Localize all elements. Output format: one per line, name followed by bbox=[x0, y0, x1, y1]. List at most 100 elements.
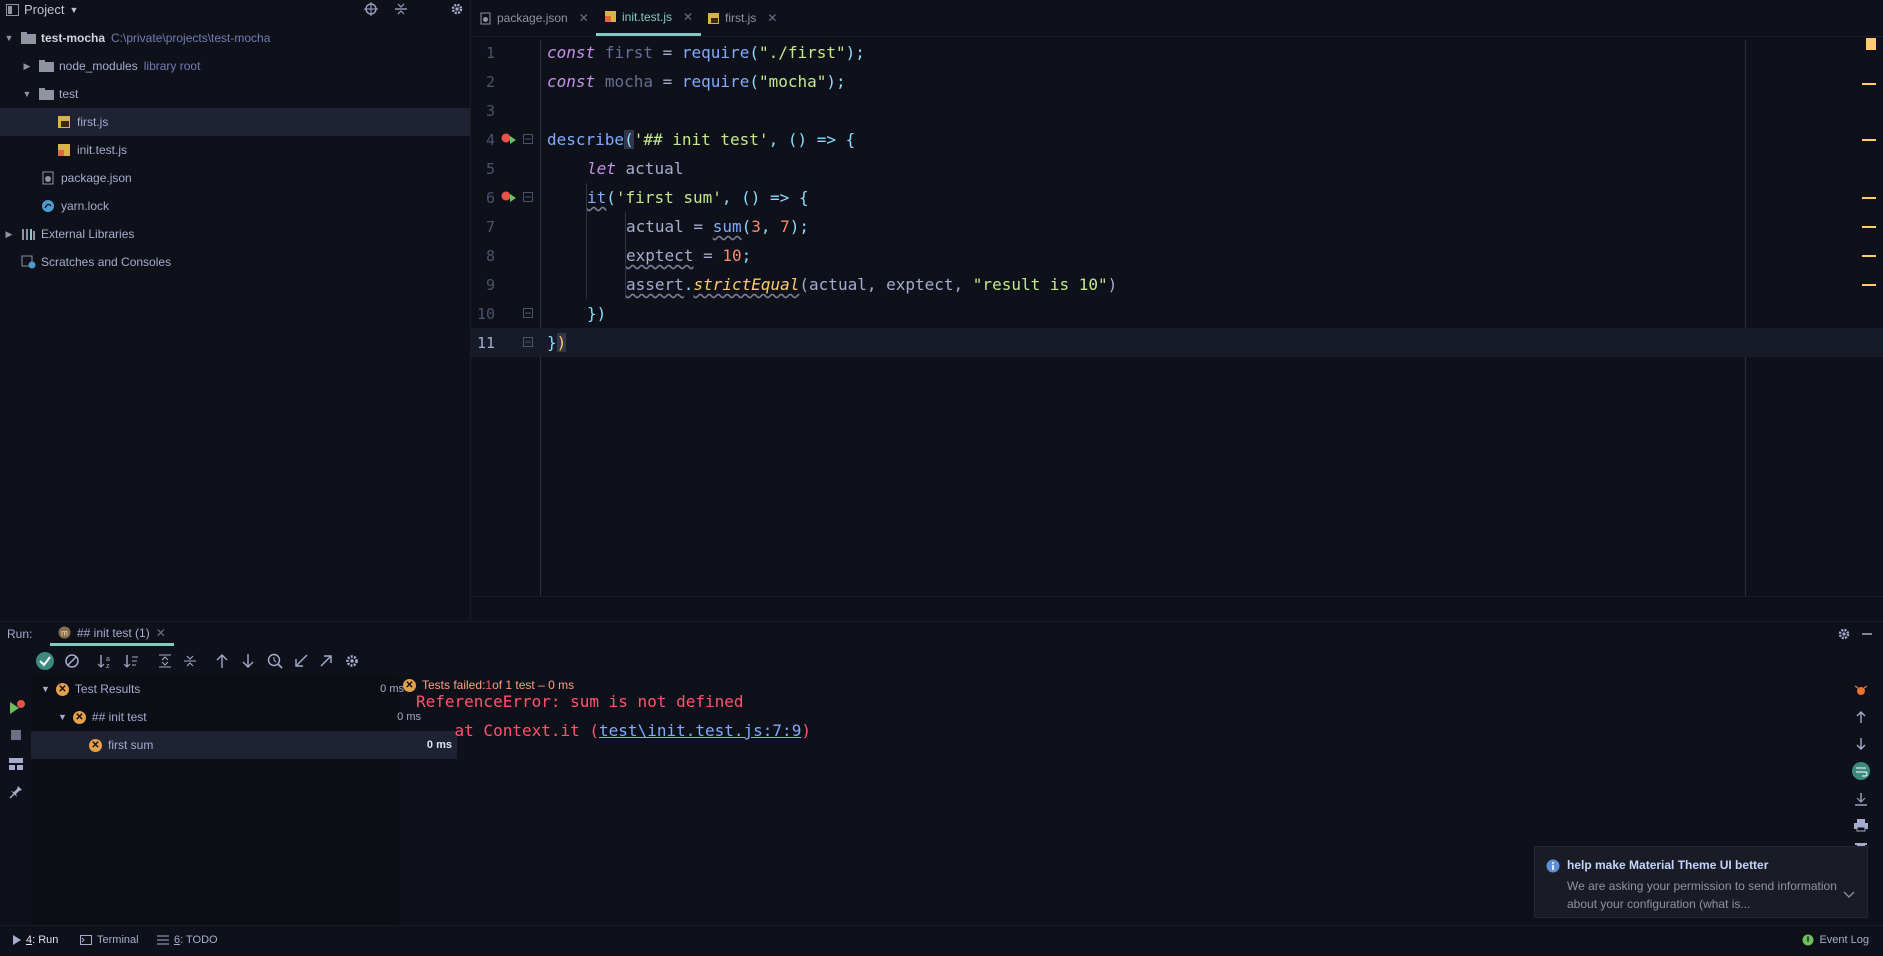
test-suite-row[interactable]: ▼ ✕ ## init test 0 ms bbox=[31, 703, 426, 731]
code-text: exptect = 10; bbox=[626, 246, 752, 265]
expand-chevron-icon[interactable] bbox=[1843, 891, 1855, 899]
code-line: 9 assert.strictEqual(actual, exptect, "r… bbox=[471, 270, 1883, 299]
minimize-icon[interactable] bbox=[1861, 627, 1873, 641]
pin-icon[interactable] bbox=[9, 785, 23, 799]
show-ignored-toggle-icon[interactable] bbox=[64, 653, 80, 669]
test-history-icon[interactable] bbox=[267, 653, 283, 669]
result-label: first sum bbox=[108, 738, 154, 752]
error-stripe-mark[interactable] bbox=[1862, 284, 1876, 286]
line-number: 7 bbox=[485, 217, 495, 236]
tree-item-label: init.test.js bbox=[77, 143, 128, 157]
line-number: 3 bbox=[485, 101, 495, 120]
tree-item-project-root[interactable]: ▼ test-mocha C:\private\projects\test-mo… bbox=[0, 24, 473, 52]
line-number: 4 bbox=[485, 130, 495, 149]
terminal-icon bbox=[80, 935, 92, 945]
tree-item-yarn-lock[interactable]: yarn.lock bbox=[0, 192, 509, 220]
fold-icon[interactable] bbox=[523, 308, 533, 318]
todo-list-icon bbox=[157, 935, 169, 945]
debug-icon[interactable] bbox=[1853, 682, 1869, 698]
js-file-icon bbox=[56, 115, 72, 129]
tree-item-external-libraries[interactable]: ▶ External Libraries bbox=[0, 220, 473, 248]
fold-icon[interactable] bbox=[523, 337, 533, 347]
previous-failed-icon[interactable] bbox=[215, 653, 229, 669]
scroll-to-end-icon[interactable] bbox=[1853, 792, 1869, 806]
soft-wrap-icon[interactable] bbox=[1852, 762, 1870, 780]
error-stripe-mark[interactable] bbox=[1862, 226, 1876, 228]
close-icon[interactable]: ✕ bbox=[767, 11, 777, 25]
tree-item-label: first.js bbox=[77, 115, 109, 129]
close-icon[interactable]: ✕ bbox=[683, 10, 693, 24]
close-icon[interactable]: ✕ bbox=[579, 11, 589, 25]
close-icon[interactable]: ✕ bbox=[156, 626, 166, 640]
fold-icon[interactable] bbox=[523, 192, 533, 202]
tool-window-todo[interactable]: 6: TODO bbox=[157, 934, 218, 946]
error-stripe-mark[interactable] bbox=[1862, 197, 1876, 199]
sort-alpha-icon[interactable]: az bbox=[97, 653, 113, 669]
gear-icon[interactable] bbox=[450, 2, 464, 16]
expand-all-icon[interactable] bbox=[157, 653, 173, 669]
import-tests-icon[interactable] bbox=[293, 653, 309, 669]
code-line-current: 11 }) bbox=[471, 328, 1883, 357]
scratches-icon bbox=[20, 255, 36, 269]
tree-item-node-modules[interactable]: ▶ node_modules library root bbox=[0, 52, 491, 80]
tool-window-run[interactable]: 4: Run bbox=[13, 934, 58, 946]
tree-item-package-json[interactable]: package.json bbox=[0, 164, 509, 192]
collapse-all-icon[interactable] bbox=[182, 653, 198, 669]
run-config-tab[interactable]: m ## init test (1) ✕ bbox=[50, 622, 174, 646]
locate-icon[interactable] bbox=[364, 2, 378, 16]
tree-item-first-js[interactable]: first.js bbox=[0, 108, 525, 136]
js-file-icon bbox=[707, 12, 720, 25]
line-number: 8 bbox=[485, 246, 495, 265]
tree-item-init-test-js[interactable]: init.test.js bbox=[0, 136, 525, 164]
tree-item-test-folder[interactable]: ▼ test bbox=[0, 80, 491, 108]
tool-window-terminal[interactable]: Terminal bbox=[80, 934, 139, 946]
error-stripe-mark[interactable] bbox=[1862, 139, 1876, 141]
stop-icon[interactable] bbox=[10, 729, 22, 741]
run-test-icon[interactable] bbox=[501, 132, 517, 146]
project-panel: Project ▼ ▼ test-mocha C:\private\projec… bbox=[0, 0, 525, 620]
fold-icon[interactable] bbox=[523, 134, 533, 144]
tree-item-scratches[interactable]: Scratches and Consoles bbox=[0, 248, 489, 276]
run-toolbar: az ✕ Tests failed: 1 of 1 test – 0 ms bbox=[0, 647, 1883, 692]
tab-package-json[interactable]: package.json ✕ bbox=[471, 0, 597, 36]
error-stripe-mark[interactable] bbox=[1862, 255, 1876, 257]
code-area[interactable]: 1 const first = require("./first"); 2 co… bbox=[471, 36, 1883, 596]
tree-item-label: Scratches and Consoles bbox=[41, 255, 172, 269]
arrow-down-icon[interactable] bbox=[1855, 737, 1867, 751]
error-stripe-mark[interactable] bbox=[1862, 83, 1876, 85]
project-icon bbox=[6, 3, 19, 16]
test-case-row[interactable]: ✕ first sum 0 ms bbox=[31, 731, 457, 759]
collapse-all-icon[interactable] bbox=[394, 2, 408, 16]
console-error-line: ReferenceError: sum is not defined bbox=[416, 692, 744, 711]
code-text: }) bbox=[547, 333, 567, 352]
code-line: 5 let actual bbox=[471, 154, 1883, 183]
chevron-down-icon: ▼ bbox=[41, 684, 50, 694]
stack-trace-link[interactable]: test\init.test.js:7:9 bbox=[599, 721, 801, 740]
project-panel-header: Project ▼ bbox=[0, 0, 491, 20]
code-line: 6 it('first sum', () => { bbox=[471, 183, 1883, 212]
arrow-up-icon[interactable] bbox=[1855, 710, 1867, 724]
play-icon bbox=[13, 935, 21, 945]
svg-text:z: z bbox=[106, 663, 110, 669]
rerun-failed-icon[interactable] bbox=[9, 699, 25, 715]
info-icon bbox=[1546, 859, 1560, 873]
show-passed-toggle-icon[interactable] bbox=[35, 651, 55, 671]
event-log-button[interactable]: Event Log bbox=[1802, 934, 1869, 946]
sort-duration-icon[interactable] bbox=[123, 653, 139, 669]
print-icon[interactable] bbox=[1853, 818, 1869, 832]
run-test-icon[interactable] bbox=[501, 190, 517, 204]
test-results-root[interactable]: ▼ ✕ Test Results 0 ms bbox=[31, 675, 409, 703]
warning-indicator-icon[interactable] bbox=[1866, 38, 1876, 50]
line-number: 2 bbox=[485, 72, 495, 91]
settings-icon[interactable] bbox=[344, 653, 360, 669]
tab-init-test-js[interactable]: init.test.js ✕ bbox=[596, 0, 702, 36]
editor-horizontal-scroll[interactable] bbox=[471, 596, 1883, 621]
export-results-icon[interactable] bbox=[318, 653, 334, 669]
next-failed-icon[interactable] bbox=[241, 653, 255, 669]
project-view-selector[interactable]: Project ▼ bbox=[6, 2, 78, 17]
gear-icon[interactable] bbox=[1837, 627, 1851, 641]
layout-icon[interactable] bbox=[9, 758, 23, 770]
tab-first-js[interactable]: first.js ✕ bbox=[699, 0, 785, 36]
yarn-icon bbox=[40, 199, 56, 213]
notification-balloon[interactable]: help make Material Theme UI better We ar… bbox=[1534, 846, 1868, 918]
